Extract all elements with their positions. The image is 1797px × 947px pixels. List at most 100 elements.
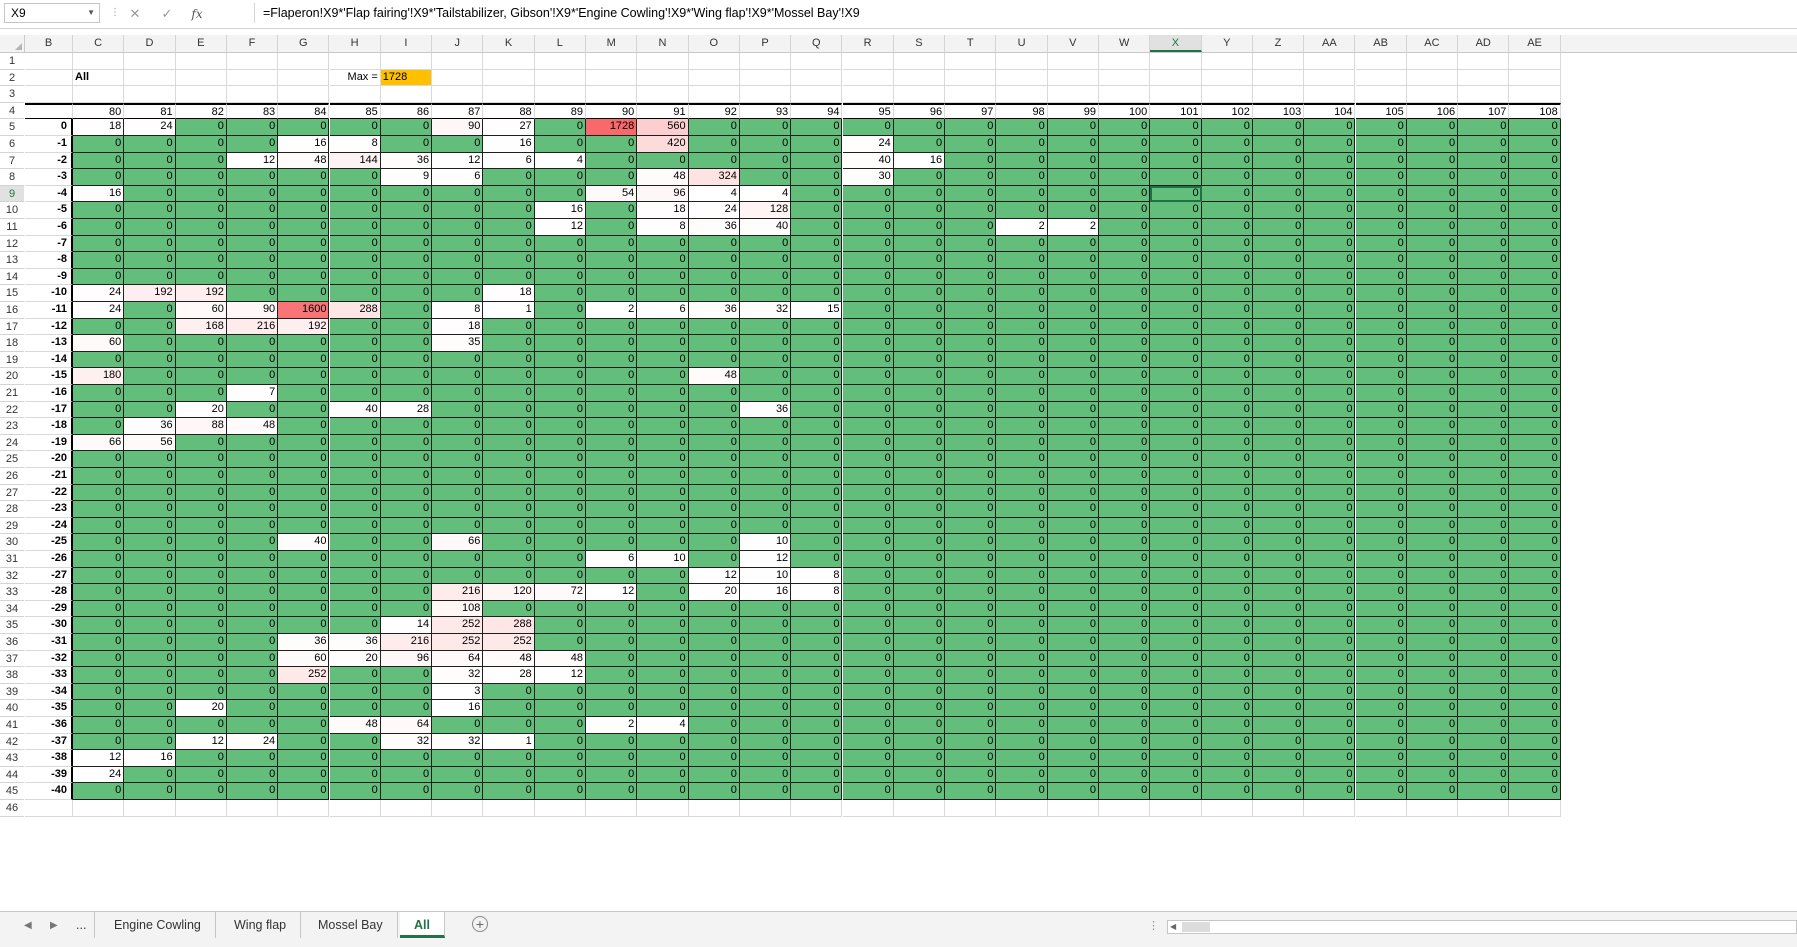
heatmap-cell[interactable]: 0 xyxy=(842,268,894,286)
heatmap-cell[interactable]: 0 xyxy=(534,318,586,336)
heatmap-cell[interactable]: 0 xyxy=(1099,235,1151,253)
heatmap-cell[interactable]: 0 xyxy=(996,683,1048,701)
heatmap-cell[interactable]: 0 xyxy=(124,551,176,568)
heatmap-cell[interactable]: 0 xyxy=(1201,185,1253,203)
cell[interactable] xyxy=(637,69,689,87)
heatmap-cell[interactable]: 0 xyxy=(791,451,843,468)
heatmap-cell[interactable]: 0 xyxy=(996,517,1048,535)
heatmap-cell[interactable]: 0 xyxy=(1252,119,1305,136)
heatmap-cell[interactable]: 0 xyxy=(278,335,330,352)
column-header[interactable]: N xyxy=(637,35,689,52)
heatmap-cell[interactable]: 0 xyxy=(791,434,843,452)
heatmap-cell[interactable]: 0 xyxy=(1150,401,1202,419)
cell[interactable] xyxy=(1355,800,1407,817)
cell[interactable] xyxy=(688,800,740,817)
heatmap-cell[interactable]: 0 xyxy=(842,219,894,236)
heatmap-cell[interactable]: 0 xyxy=(637,235,689,253)
heatmap-cell[interactable]: 0 xyxy=(1509,717,1561,734)
heatmap-cell[interactable]: 0 xyxy=(175,385,227,402)
heatmap-cell[interactable]: 0 xyxy=(1252,484,1305,502)
heatmap-cell[interactable]: 12 xyxy=(534,667,586,684)
cell[interactable] xyxy=(945,69,997,87)
heatmap-cell[interactable]: 0 xyxy=(1406,683,1459,701)
row-value-label[interactable]: -30 xyxy=(25,617,73,634)
heatmap-cell[interactable]: 0 xyxy=(637,783,689,800)
heatmap-cell[interactable]: 0 xyxy=(1509,766,1561,784)
row-value-label[interactable]: -13 xyxy=(25,335,73,352)
heatmap-cell[interactable]: 0 xyxy=(73,501,125,518)
heatmap-cell[interactable]: 0 xyxy=(329,584,381,601)
heatmap-cell[interactable]: 0 xyxy=(226,119,279,136)
heatmap-cell[interactable]: 0 xyxy=(996,434,1048,452)
column-value-header[interactable]: 100 xyxy=(1099,102,1151,120)
heatmap-cell[interactable]: 0 xyxy=(945,219,997,236)
column-header[interactable]: C xyxy=(73,35,125,52)
heatmap-cell[interactable]: 0 xyxy=(278,119,330,136)
column-value-header[interactable]: 90 xyxy=(586,102,638,120)
cell[interactable] xyxy=(1201,53,1253,70)
heatmap-cell[interactable]: 0 xyxy=(739,617,792,634)
heatmap-cell[interactable]: 0 xyxy=(1304,650,1356,668)
heatmap-cell[interactable]: 0 xyxy=(945,600,997,618)
heatmap-cell[interactable]: 0 xyxy=(945,717,997,734)
heatmap-cell[interactable]: 0 xyxy=(432,451,484,468)
heatmap-cell[interactable]: 0 xyxy=(1406,584,1459,601)
heatmap-cell[interactable]: 0 xyxy=(1150,766,1202,784)
cell[interactable] xyxy=(1150,53,1202,70)
row-header[interactable]: 10 xyxy=(0,202,24,219)
heatmap-cell[interactable]: 0 xyxy=(586,634,638,651)
heatmap-cell[interactable]: 288 xyxy=(483,617,535,634)
heatmap-cell[interactable]: 0 xyxy=(739,717,792,734)
heatmap-cell[interactable]: 0 xyxy=(226,368,279,385)
heatmap-cell[interactable]: 0 xyxy=(1252,185,1305,203)
heatmap-cell[interactable]: 0 xyxy=(380,418,433,435)
heatmap-cell[interactable]: 0 xyxy=(124,169,176,186)
column-header[interactable]: W xyxy=(1099,35,1151,52)
heatmap-cell[interactable]: 24 xyxy=(73,766,125,784)
heatmap-cell[interactable]: 0 xyxy=(73,683,125,701)
heatmap-cell[interactable]: 0 xyxy=(1406,169,1459,186)
heatmap-cell[interactable]: 0 xyxy=(1304,517,1356,535)
row-header[interactable]: 29 xyxy=(0,518,24,535)
row-header[interactable]: 31 xyxy=(0,551,24,568)
heatmap-cell[interactable]: 0 xyxy=(278,252,330,269)
heatmap-cell[interactable]: 0 xyxy=(1099,318,1151,336)
heatmap-cell[interactable]: 0 xyxy=(791,219,843,236)
cell[interactable] xyxy=(432,53,484,70)
heatmap-cell[interactable]: 24 xyxy=(124,119,176,136)
heatmap-cell[interactable]: 48 xyxy=(534,650,586,668)
heatmap-cell[interactable]: 0 xyxy=(175,783,227,800)
heatmap-cell[interactable]: 288 xyxy=(329,302,381,319)
heatmap-cell[interactable]: 0 xyxy=(586,534,638,551)
heatmap-cell[interactable]: 64 xyxy=(432,650,484,668)
cell[interactable] xyxy=(791,800,843,817)
heatmap-cell[interactable]: 0 xyxy=(1201,617,1253,634)
row-header[interactable]: 37 xyxy=(0,651,24,668)
heatmap-cell[interactable]: 0 xyxy=(791,501,843,518)
heatmap-cell[interactable]: 0 xyxy=(534,351,586,369)
heatmap-cell[interactable]: 0 xyxy=(534,302,586,319)
heatmap-cell[interactable]: 0 xyxy=(945,501,997,518)
heatmap-cell[interactable]: 0 xyxy=(175,202,227,219)
heatmap-cell[interactable]: 0 xyxy=(893,235,946,253)
heatmap-cell[interactable]: 0 xyxy=(739,600,792,618)
heatmap-cell[interactable]: 0 xyxy=(1304,202,1356,219)
heatmap-cell[interactable]: 0 xyxy=(739,335,792,352)
heatmap-cell[interactable]: 0 xyxy=(791,368,843,385)
cell[interactable] xyxy=(586,69,638,87)
heatmap-cell[interactable]: 0 xyxy=(380,534,433,551)
heatmap-cell[interactable]: 0 xyxy=(175,683,227,701)
drag-handle-icon[interactable]: ⋮ xyxy=(110,6,120,20)
heatmap-cell[interactable]: 0 xyxy=(1047,700,1099,717)
heatmap-cell[interactable]: 0 xyxy=(1406,617,1459,634)
heatmap-cell[interactable]: 0 xyxy=(534,551,586,568)
heatmap-cell[interactable]: 216 xyxy=(380,634,433,651)
heatmap-cell[interactable]: 0 xyxy=(842,434,894,452)
heatmap-cell[interactable]: 0 xyxy=(791,534,843,551)
heatmap-cell[interactable]: 120 xyxy=(483,584,535,601)
heatmap-cell[interactable]: 0 xyxy=(329,335,381,352)
heatmap-cell[interactable]: 0 xyxy=(534,634,586,651)
heatmap-cell[interactable]: 0 xyxy=(534,484,586,502)
cell[interactable] xyxy=(73,800,125,817)
heatmap-cell[interactable]: 0 xyxy=(175,717,227,734)
